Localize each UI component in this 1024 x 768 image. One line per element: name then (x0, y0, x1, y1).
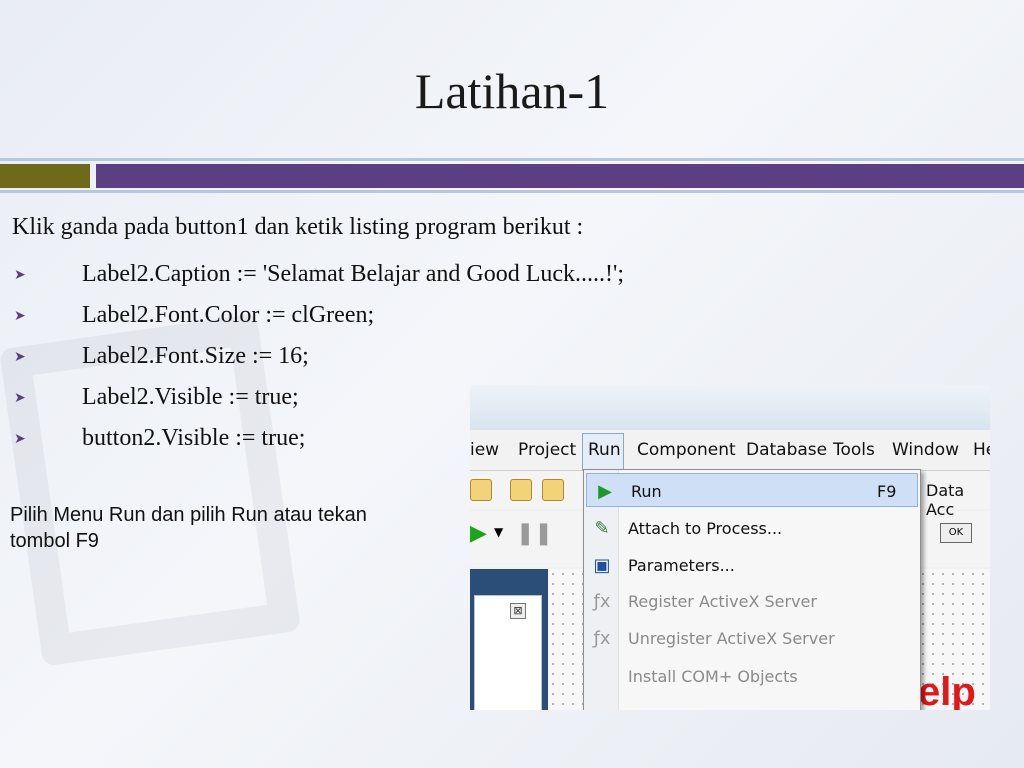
slide-title: Latihan-1 (414, 63, 610, 119)
accent-bar-olive (0, 164, 90, 188)
window-titlebar (470, 385, 990, 430)
run-menu-item-label: Parameters... (628, 556, 735, 575)
run-dropdown-menu: ▶ Run F9 ✎ Attach to Process... ▣ Parameters..… (583, 469, 921, 710)
open-icon[interactable] (470, 479, 492, 501)
list-item: ➤ Label2.Caption := 'Selamat Belajar and … (12, 254, 624, 295)
list-item: ➤ Label2.Font.Size := 16; (12, 336, 624, 377)
pause-icon[interactable]: ❚❚ (516, 521, 553, 546)
run-menu-item-label: Register ActiveX Server (628, 592, 817, 611)
run-menu-item[interactable]: ✎ Attach to Process... (584, 511, 920, 547)
divider-line-bottom (0, 190, 1024, 193)
play-icon: ▶ (598, 481, 612, 502)
divider-line-top (0, 158, 1024, 161)
parameters-icon: ▣ (593, 555, 611, 576)
menu-component[interactable]: Component (637, 440, 736, 460)
intro-text: Klik ganda pada button1 dan ketik listin… (12, 214, 584, 240)
run-menu-item-label: Install COM+ Objects (628, 667, 798, 686)
run-menu-item: ƒx Unregister ActiveX Server (584, 621, 920, 657)
object-tree-panel (474, 595, 542, 710)
ide-screenshot: iew Project Run Component Database Tools… (470, 385, 990, 710)
remove-file-icon[interactable] (542, 479, 564, 501)
bullet-arrow-icon: ➤ (14, 389, 26, 406)
run-menu-shortcut: F9 (877, 482, 897, 501)
menu-project[interactable]: Project (518, 440, 576, 460)
code-line: Label2.Caption := 'Selamat Belajar and G… (82, 261, 625, 287)
ok-button-icon[interactable]: OK (940, 523, 972, 543)
list-item: ➤ Label2.Font.Color := clGreen; (12, 295, 624, 336)
menu-database[interactable]: Database (746, 440, 827, 460)
menu-bar: iew Project Run Component Database Tools… (470, 430, 990, 471)
run-menu-item: ƒx Register ActiveX Server (584, 584, 920, 620)
run-menu-item-label: Unregister ActiveX Server (628, 629, 835, 648)
accent-bar-purple (96, 164, 1024, 188)
dropdown-arrow-icon[interactable]: ▼ (494, 525, 503, 539)
menu-run[interactable]: Run (588, 440, 621, 460)
run-menu-item: Install COM+ Objects (584, 659, 920, 695)
menu-tools[interactable]: Tools (833, 440, 875, 460)
bullet-arrow-icon: ➤ (14, 307, 26, 324)
bullet-arrow-icon: ➤ (14, 348, 26, 365)
menu-window[interactable]: Window (892, 440, 959, 460)
menu-view[interactable]: iew (470, 440, 499, 460)
bullet-arrow-icon: ➤ (14, 266, 26, 283)
unregister-icon: ƒx (593, 628, 611, 649)
run-menu-item[interactable]: ▶ Run F9 (586, 473, 918, 507)
instruction-line-2: tombol F9 (10, 530, 99, 552)
code-line: Label2.Font.Size := 16; (82, 343, 309, 369)
close-icon[interactable]: ⊠ (510, 603, 526, 619)
run-menu-item-label: Run (631, 482, 662, 501)
add-file-icon[interactable] (510, 479, 532, 501)
run-menu-item[interactable]: ▣ Parameters... (584, 548, 920, 584)
run-menu-item-label: Attach to Process... (628, 519, 783, 538)
code-line: button2.Visible := true; (82, 425, 306, 451)
component-palette-tab[interactable]: Data Acc (926, 481, 990, 519)
instruction-line-1: Pilih Menu Run dan pilih Run atau tekan (10, 504, 367, 526)
code-line: Label2.Visible := true; (82, 384, 299, 410)
code-line: Label2.Font.Color := clGreen; (82, 302, 375, 328)
attach-icon: ✎ (594, 518, 610, 539)
register-icon: ƒx (593, 591, 611, 612)
delphi-logo: elp (918, 670, 976, 710)
bullet-arrow-icon: ➤ (14, 430, 26, 447)
run-icon[interactable]: ▶ (470, 521, 487, 546)
menu-help[interactable]: He (973, 440, 990, 460)
instruction-text: Pilih Menu Run dan pilih Run atau tekan … (10, 502, 480, 554)
